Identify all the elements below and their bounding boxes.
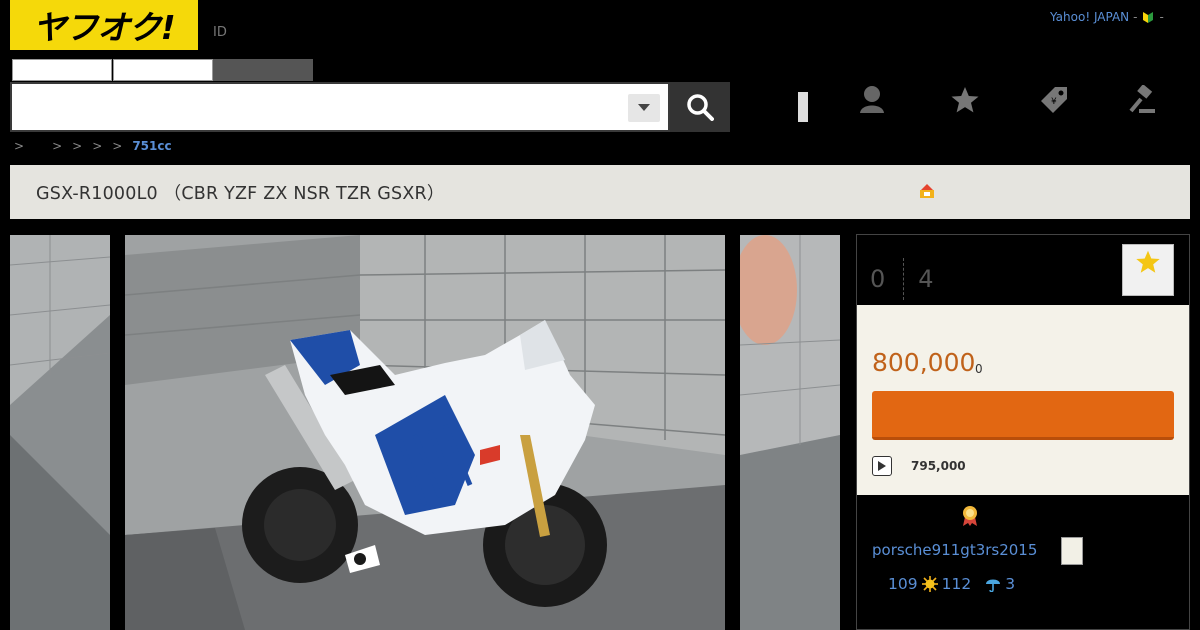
breadcrumb-current[interactable]: 751cc <box>132 139 171 153</box>
next-photo-image <box>740 235 840 630</box>
breadcrumb-separator: > <box>112 139 123 153</box>
logo-text: ヤフオク! <box>33 8 175 47</box>
prev-photo-image <box>10 235 110 630</box>
search-tab-2[interactable] <box>113 59 213 81</box>
seller-ratings: 109 112 3 <box>888 575 1015 593</box>
main-item-photo[interactable] <box>125 235 725 630</box>
bidding-nav-button[interactable] <box>1120 80 1164 120</box>
breadcrumb-separator: > <box>14 139 25 153</box>
auction-counts: 0 4 <box>870 258 934 300</box>
rating-good[interactable]: 112 <box>942 575 972 593</box>
bid-count: 0 <box>870 265 886 293</box>
id-link[interactable]: ID <box>213 25 227 40</box>
new-item-icon <box>920 184 934 198</box>
item-title-bar: GSX-R1000L0 （CBR YZF ZX NSR TZR GSXR） <box>10 165 1190 219</box>
category-dropdown[interactable] <box>628 94 660 122</box>
seller-name-link[interactable]: porsche911gt3rs2015 <box>872 541 1037 559</box>
my-account-button[interactable] <box>850 80 894 120</box>
seller-follow-button[interactable] <box>1061 537 1083 565</box>
search-button[interactable] <box>670 82 730 132</box>
seller-badge-icon <box>963 506 977 526</box>
user-icon <box>860 86 884 113</box>
watchlist-nav-button[interactable] <box>943 80 987 120</box>
rating-total[interactable]: 109 <box>888 575 918 593</box>
separator: - <box>1159 10 1164 24</box>
count-divider <box>903 258 905 300</box>
search-tab-3[interactable] <box>213 59 313 81</box>
search-tab-1[interactable] <box>12 59 112 81</box>
search-input[interactable] <box>18 90 622 126</box>
sun-icon <box>921 576 938 592</box>
breadcrumb-separator: > <box>52 139 63 153</box>
buy-now-price: 795,000 <box>911 459 966 473</box>
tag-icon: ¥ <box>1041 87 1067 113</box>
motorcycle-photo <box>125 235 725 630</box>
gallery-prev-thumbnail[interactable] <box>10 235 110 630</box>
rating-bad[interactable]: 3 <box>1005 575 1015 593</box>
breadcrumb: > > > > > 751cc <box>14 139 172 153</box>
star-icon <box>1136 250 1160 273</box>
separator: - <box>1133 10 1138 24</box>
breadcrumb-separator: > <box>72 139 83 153</box>
play-icon <box>878 461 886 471</box>
star-icon <box>951 87 979 113</box>
bid-button[interactable] <box>872 391 1174 440</box>
yahuoku-logo[interactable]: ヤフオク! <box>10 0 198 50</box>
item-title: GSX-R1000L0 （CBR YZF ZX NSR TZR GSXR） <box>36 183 445 204</box>
yahoo-japan-link[interactable]: Yahoo! JAPAN <box>1050 10 1129 24</box>
search-bar <box>10 82 670 132</box>
watch-button[interactable] <box>1122 244 1174 296</box>
gallery-next-thumbnail[interactable] <box>740 235 840 630</box>
time-remaining: 4 <box>918 265 934 293</box>
current-price: 800,000 <box>872 348 976 377</box>
svg-text:¥: ¥ <box>1051 97 1057 107</box>
breadcrumb-separator: > <box>92 139 103 153</box>
yahoo-japan-link-group: Yahoo! JAPAN - - <box>1050 10 1164 24</box>
beginner-mark-icon[interactable] <box>1141 10 1155 24</box>
search-icon <box>687 94 714 121</box>
sell-nav-button[interactable]: ¥ <box>1032 80 1076 120</box>
gavel-icon <box>1129 85 1155 113</box>
buy-now-expand-button[interactable] <box>872 456 892 476</box>
umbrella-icon <box>986 579 1001 592</box>
price-tax-suffix: 0 <box>975 362 983 376</box>
nav-indicator <box>798 92 808 122</box>
chevron-down-icon <box>638 104 650 111</box>
